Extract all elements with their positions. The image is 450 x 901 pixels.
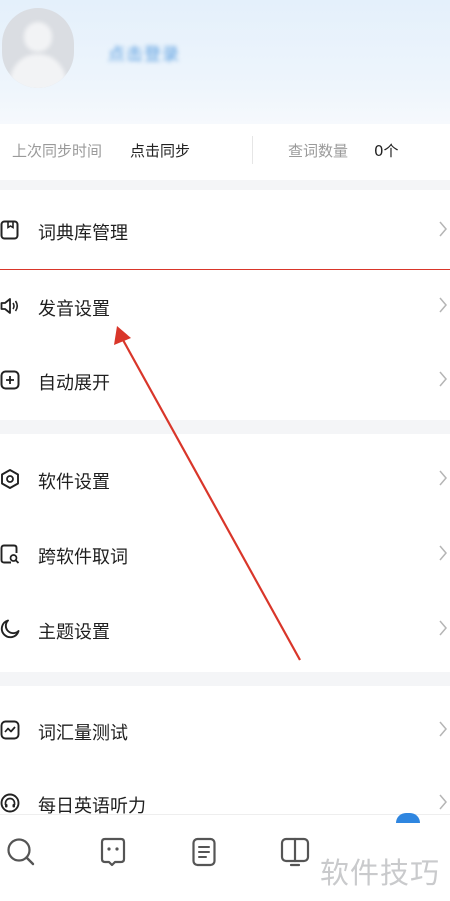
menu-item-theme-settings[interactable]: 主题设置 [0,593,450,665]
sync-divider [252,136,253,164]
plus-square-icon [0,370,20,390]
robot-tab-icon[interactable] [98,837,128,869]
search-doc-icon [0,544,20,564]
lookup-count-value: 0个 [374,142,399,160]
avatar[interactable] [2,8,74,88]
speaker-icon [0,296,20,316]
book-tab-icon[interactable] [280,837,310,869]
chart-square-icon [0,720,20,740]
chevron-right-icon [438,544,448,562]
avatar-shoulders [10,54,66,88]
chevron-right-icon [438,296,448,314]
notes-tab-icon[interactable] [190,837,220,869]
menu-item-cross-app-lookup[interactable]: 跨软件取词 [0,518,450,590]
menu-item-label: 发音设置 [38,299,110,320]
profile-tab-indicator [396,813,420,823]
lookup-count-label: 查词数量 [288,142,349,160]
headphone-circle-icon [0,793,20,813]
chevron-right-icon [438,220,448,238]
username-link[interactable]: 点击登录 [108,40,180,65]
menu-item-dictionary-management[interactable]: 词典库管理 [0,194,450,266]
profile-header: 点击登录 [0,0,450,124]
menu-item-software-settings[interactable]: 软件设置 [0,443,450,515]
menu-item-label: 词典库管理 [38,223,128,244]
sync-row: 上次同步时间 点击同步 查词数量 0个 [0,124,450,180]
watermark-text: 软件技巧 [320,856,441,890]
menu-item-label: 跨软件取词 [38,547,128,568]
chevron-right-icon [438,793,448,811]
menu-item-label: 主题设置 [38,622,110,643]
menu-item-label: 词汇量测试 [38,723,128,744]
chevron-right-icon [438,469,448,487]
menu-item-pronunciation-settings[interactable]: 发音设置 [0,270,450,342]
chevron-right-icon [438,619,448,637]
section-gap [0,672,450,686]
menu-item-auto-expand[interactable]: 自动展开 [0,344,450,416]
chevron-right-icon [438,720,448,738]
menu-item-label: 软件设置 [38,472,110,493]
section-gap [0,420,450,434]
last-sync-label: 上次同步时间 [12,142,103,160]
search-tab-icon[interactable] [6,837,36,869]
sync-button[interactable]: 点击同步 [130,140,190,161]
menu-item-label: 自动展开 [38,373,110,394]
moon-icon [0,619,20,639]
section-gap [0,180,450,190]
avatar-head [24,22,52,52]
chevron-right-icon [438,370,448,388]
hexagon-settings-icon [0,469,20,489]
book-icon [0,220,20,240]
menu-item-vocabulary-test[interactable]: 词汇量测试 [0,694,450,766]
